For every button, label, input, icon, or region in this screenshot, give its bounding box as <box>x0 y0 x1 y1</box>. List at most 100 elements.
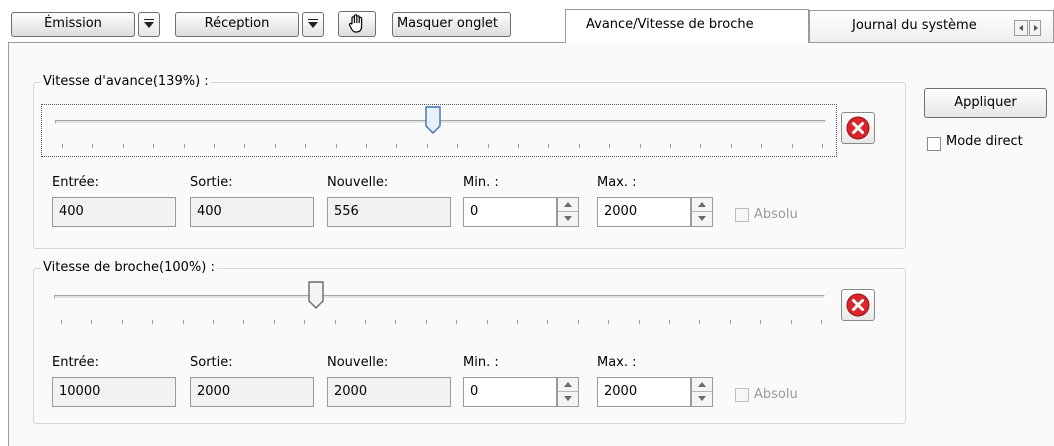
slider-tick <box>608 320 610 324</box>
tab-scroll-right-button[interactable] <box>1029 20 1041 36</box>
slider-thumb[interactable] <box>425 106 441 139</box>
feed-max-label: Max. : <box>597 175 637 190</box>
slider-tick <box>365 320 366 324</box>
slider-tick <box>730 144 732 148</box>
emission-dropdown-button[interactable] <box>138 12 160 37</box>
spindle-min-input[interactable]: 0 <box>463 377 557 407</box>
close-icon <box>846 116 870 140</box>
slider-tick <box>457 144 459 148</box>
close-icon <box>846 293 870 317</box>
slider-tick <box>822 144 823 148</box>
spin-up-icon[interactable] <box>692 198 712 212</box>
slider-tick <box>305 144 307 148</box>
spindle-max-spinner[interactable] <box>691 377 713 407</box>
spindle-speed-title: Vitesse de broche(100%) : <box>41 260 217 275</box>
slider-tick <box>639 144 641 148</box>
spindle-absolu-label: Absolu <box>754 387 798 402</box>
slider-tick <box>669 320 670 324</box>
slider-tick <box>578 144 580 148</box>
slider-track <box>54 295 825 299</box>
spindle-reset-button[interactable] <box>841 289 875 321</box>
arrow-right-icon <box>1034 25 1038 31</box>
slider-tick <box>426 144 428 148</box>
chevron-down-icon <box>308 22 318 28</box>
feed-absolu-checkbox[interactable] <box>735 208 749 222</box>
masquer-onglet-button[interactable]: Masquer onglet <box>392 12 511 37</box>
slider-tick <box>456 320 458 324</box>
feed-sortie-label: Sortie: <box>190 175 233 190</box>
slider-tick <box>700 144 702 148</box>
slider-tick <box>518 144 519 148</box>
hand-icon <box>348 14 363 33</box>
spin-down-icon[interactable] <box>692 212 712 226</box>
slider-tick <box>395 320 397 324</box>
slider-tick <box>334 320 336 324</box>
slider-tick <box>425 320 427 324</box>
slider-tick <box>243 320 245 324</box>
feed-min-input[interactable]: 0 <box>463 197 557 227</box>
feed-absolu-label: Absolu <box>754 207 798 222</box>
slider-tick <box>396 144 398 148</box>
spin-up-icon[interactable] <box>692 378 712 392</box>
spindle-nouvelle-label: Nouvelle: <box>327 355 389 370</box>
tab-scroll-left-button[interactable] <box>1014 20 1028 36</box>
feed-min-spinner[interactable] <box>557 197 579 227</box>
slider-tick <box>335 144 337 148</box>
slider-tick <box>213 320 214 324</box>
slider-tick <box>487 144 489 148</box>
slider-ticks <box>62 144 823 148</box>
feed-min-label: Min. : <box>463 175 499 190</box>
slider-tick <box>791 144 793 148</box>
slider-tick <box>577 320 579 324</box>
spindle-sortie-field: 2000 <box>190 377 314 407</box>
slider-thumb[interactable] <box>308 281 324 314</box>
feed-max-spinner[interactable] <box>691 197 713 227</box>
slider-tick <box>183 144 185 148</box>
arrow-left-icon <box>1019 25 1023 31</box>
spindle-entree-label: Entrée: <box>52 355 99 370</box>
dropdown-line-icon <box>144 19 154 20</box>
slider-tick <box>638 320 640 324</box>
slider-tick <box>547 320 549 324</box>
feed-sortie-field: 400 <box>190 197 314 227</box>
feed-nouvelle-label: Nouvelle: <box>327 175 389 190</box>
feed-entree-field: 400 <box>52 197 176 227</box>
spindle-min-label: Min. : <box>463 355 499 370</box>
slider-tick <box>548 144 550 148</box>
emission-button[interactable]: Émission <box>11 12 135 37</box>
spindle-min-spinner[interactable] <box>557 377 579 407</box>
slider-tick <box>729 320 731 324</box>
slider-tick <box>121 320 123 324</box>
spindle-entree-field: 10000 <box>52 377 176 407</box>
spin-down-icon[interactable] <box>692 392 712 406</box>
slider-tick <box>790 320 792 324</box>
tab-avance-vitesse[interactable]: Avance/Vitesse de broche <box>565 9 809 43</box>
spin-down-icon[interactable] <box>558 212 578 226</box>
spindle-max-input[interactable]: 2000 <box>597 377 691 407</box>
spin-down-icon[interactable] <box>558 392 578 406</box>
spindle-speed-slider[interactable] <box>41 281 837 333</box>
feed-rate-slider[interactable] <box>41 104 837 157</box>
slider-tick <box>670 144 671 148</box>
slider-tick <box>244 144 246 148</box>
slider-tick <box>122 144 124 148</box>
feed-max-input[interactable]: 2000 <box>597 197 691 227</box>
spindle-absolu-checkbox[interactable] <box>735 388 749 402</box>
spindle-max-label: Max. : <box>597 355 637 370</box>
apply-button[interactable]: Appliquer <box>924 88 1047 118</box>
slider-tick <box>153 144 155 148</box>
slider-tick <box>517 320 518 324</box>
slider-tick <box>62 144 63 148</box>
hand-tool-button[interactable] <box>338 11 376 37</box>
slider-tick <box>182 320 184 324</box>
slider-tick <box>486 320 488 324</box>
spin-up-icon[interactable] <box>558 198 578 212</box>
reception-button[interactable]: Réception <box>175 12 299 37</box>
slider-tick <box>92 144 94 148</box>
reception-dropdown-button[interactable] <box>302 12 324 37</box>
feed-reset-button[interactable] <box>841 112 875 144</box>
mode-direct-label: Mode direct <box>946 134 1023 149</box>
mode-direct-checkbox[interactable] <box>927 137 941 151</box>
slider-tick <box>821 320 822 324</box>
spin-up-icon[interactable] <box>558 378 578 392</box>
